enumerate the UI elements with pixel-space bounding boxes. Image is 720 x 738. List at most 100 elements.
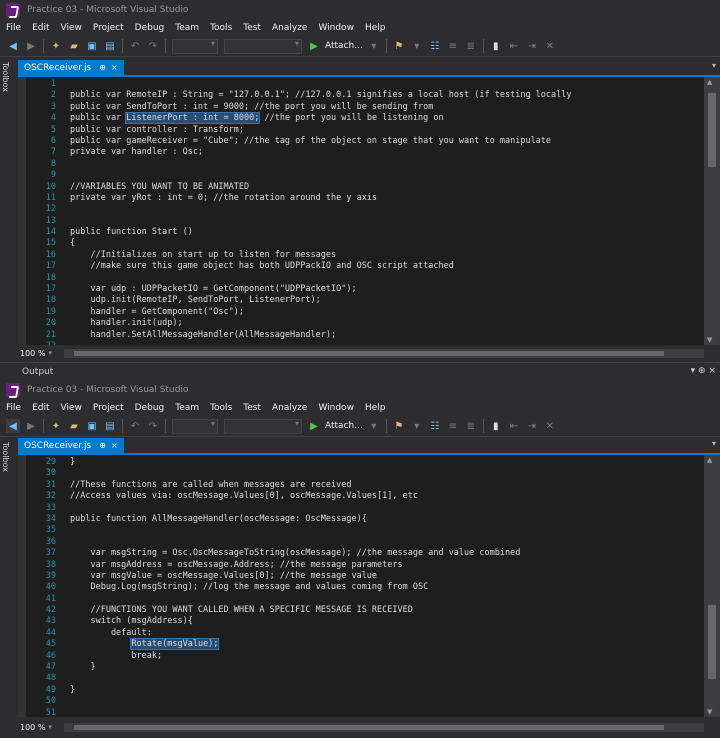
code-line[interactable]: 15 { (26, 238, 704, 249)
menu-item-help[interactable]: Help (361, 400, 393, 416)
pin-icon[interactable]: ⊕ (99, 441, 106, 450)
code-line[interactable]: 13 (26, 216, 704, 227)
tab-oscreceiver-js[interactable]: OSCReceiver.js ⊕ × (18, 438, 124, 453)
code-line[interactable]: 14 public function Start () (26, 227, 704, 238)
menu-item-analyze[interactable]: Analyze (268, 400, 314, 416)
undo-icon[interactable]: ↶ (128, 419, 142, 433)
chevron-down-icon[interactable]: ▾ (410, 39, 424, 53)
code-line[interactable]: 18 (26, 273, 704, 284)
menu-item-team[interactable]: Team (171, 20, 206, 36)
code-line[interactable]: 2 public var RemoteIP : String = "127.0.0… (26, 90, 704, 101)
scrollbar-thumb[interactable] (74, 350, 664, 356)
menu-item-file[interactable]: File (2, 20, 28, 36)
zoom-level-dropdown[interactable]: 100 % ▾ (18, 722, 60, 732)
code-line[interactable]: 35 (26, 525, 704, 536)
code-line[interactable]: 8 (26, 159, 704, 170)
menu-item-window[interactable]: Window (314, 20, 361, 36)
code-line[interactable]: 42 //FUNCTIONS YOU WANT CALLED WHEN A SP… (26, 605, 704, 616)
scroll-down-icon[interactable]: ▼ (707, 708, 712, 716)
menu-item-test[interactable]: Test (239, 400, 268, 416)
code-line[interactable]: 46 break; (26, 651, 704, 662)
redo-icon[interactable]: ↷ (146, 419, 160, 433)
scrollbar-thumb[interactable] (74, 724, 664, 730)
code-line[interactable]: 41 (26, 594, 704, 605)
next-bookmark-icon[interactable]: ⇥ (525, 39, 539, 53)
code-line[interactable]: 36 (26, 537, 704, 548)
menu-item-test[interactable]: Test (239, 20, 268, 36)
code-line[interactable]: 40 Debug.Log(msgString); //log the messa… (26, 582, 704, 593)
code-line[interactable]: 9 (26, 170, 704, 181)
menu-item-project[interactable]: Project (89, 400, 131, 416)
save-icon[interactable]: ▣ (85, 419, 99, 433)
toolbox-sidebar[interactable]: Toolbox (0, 438, 16, 738)
code-line[interactable]: 16 //Initializes on start up to listen f… (26, 250, 704, 261)
code-line[interactable]: 29} (26, 457, 704, 468)
output-panel-title[interactable]: Output (22, 367, 53, 377)
browser-link-icon[interactable]: ⚑ (392, 419, 406, 433)
chevron-down-icon[interactable]: ▾ (367, 39, 381, 53)
code-line[interactable]: 37 var msgString = Osc.OscMessageToStrin… (26, 548, 704, 559)
attach-button[interactable]: Attach... (325, 421, 363, 431)
code-line[interactable]: 31 //These functions are called when mess… (26, 480, 704, 491)
prev-bookmark-icon[interactable]: ⇤ (507, 39, 521, 53)
clear-bookmarks-icon[interactable]: ✕ (543, 419, 557, 433)
code-line[interactable]: 47 } (26, 662, 704, 673)
bookmark-icon[interactable]: ▮ (489, 39, 503, 53)
code-line[interactable]: 49} (26, 685, 704, 696)
save-icon[interactable]: ▣ (85, 39, 99, 53)
menu-item-edit[interactable]: Edit (28, 400, 56, 416)
menu-item-view[interactable]: View (57, 20, 89, 36)
code-line[interactable]: 12 (26, 204, 704, 215)
menu-item-debug[interactable]: Debug (131, 20, 172, 36)
vertical-scrollbar[interactable]: ▲ ▼ (704, 455, 720, 717)
solution-configuration-dropdown[interactable] (172, 418, 218, 434)
undo-icon[interactable]: ↶ (128, 39, 142, 53)
tab-list-dropdown-icon[interactable]: ▾ (712, 439, 716, 448)
code-line[interactable]: 51 (26, 708, 704, 717)
zoom-level-dropdown[interactable]: 100 % ▾ (18, 348, 60, 358)
menu-item-edit[interactable]: Edit (28, 20, 56, 36)
scrollbar-thumb[interactable] (708, 605, 716, 679)
prev-bookmark-icon[interactable]: ⇤ (507, 419, 521, 433)
pin-icon[interactable]: ⊕ (99, 63, 106, 72)
code-line[interactable]: 17 //make sure this game object has both… (26, 261, 704, 272)
scroll-up-icon[interactable]: ▲ (707, 456, 712, 464)
start-debug-icon[interactable]: ▶ (307, 39, 321, 53)
code-line[interactable]: 20 handler.init(udp); (26, 318, 704, 329)
redo-icon[interactable]: ↷ (146, 39, 160, 53)
open-folder-icon[interactable]: ▰ (67, 39, 81, 53)
menu-item-view[interactable]: View (57, 400, 89, 416)
scroll-up-icon[interactable]: ▲ (707, 78, 712, 86)
attach-button[interactable]: Attach... (325, 41, 363, 51)
output-panel-controls[interactable]: ▾ ⊕ × (691, 366, 716, 376)
open-folder-icon[interactable]: ▰ (67, 419, 81, 433)
forward-icon[interactable]: ▶ (24, 39, 38, 53)
code-line[interactable]: 19 handler = GetComponent("Osc"); (26, 307, 704, 318)
clear-bookmarks-icon[interactable]: ✕ (543, 39, 557, 53)
menu-item-window[interactable]: Window (314, 400, 361, 416)
comment-icon[interactable]: ≡ (446, 419, 460, 433)
menu-item-project[interactable]: Project (89, 20, 131, 36)
close-icon[interactable]: × (111, 63, 118, 72)
code-line[interactable]: 39 var msgValue = oscMessage.Values[0]; … (26, 571, 704, 582)
back-icon[interactable]: ◀ (6, 39, 20, 53)
code-line[interactable]: 45 Rotate(msgValue); (26, 638, 704, 651)
code-line[interactable]: 5 public var controller : Transform; (26, 125, 704, 136)
chevron-down-icon[interactable]: ▾ (410, 419, 424, 433)
code-line[interactable]: 43 switch (msgAddress){ (26, 616, 704, 627)
new-item-icon[interactable]: ✦ (49, 419, 63, 433)
uncomment-icon[interactable]: ≣ (464, 39, 478, 53)
code-line[interactable]: 38 var msgAddress = oscMessage.Address; … (26, 560, 704, 571)
bookmark-icon[interactable]: ▮ (489, 419, 503, 433)
next-bookmark-icon[interactable]: ⇥ (525, 419, 539, 433)
solution-configuration-dropdown[interactable] (172, 38, 218, 54)
code-line[interactable]: 6 public var gameReceiver = "Cube"; //the… (26, 136, 704, 147)
code-line[interactable]: 34 public function AllMessageHandler(oscM… (26, 514, 704, 525)
code-line[interactable]: 4 public var ListenerPort : int = 8000; /… (26, 112, 704, 125)
save-all-icon[interactable]: ▤ (103, 419, 117, 433)
scroll-down-icon[interactable]: ▼ (707, 336, 712, 344)
back-icon[interactable]: ◀ (6, 419, 20, 433)
code-line[interactable]: 50 (26, 696, 704, 707)
bookmark-list-icon[interactable]: ☷ (428, 39, 442, 53)
code-line[interactable]: 48 (26, 673, 704, 684)
